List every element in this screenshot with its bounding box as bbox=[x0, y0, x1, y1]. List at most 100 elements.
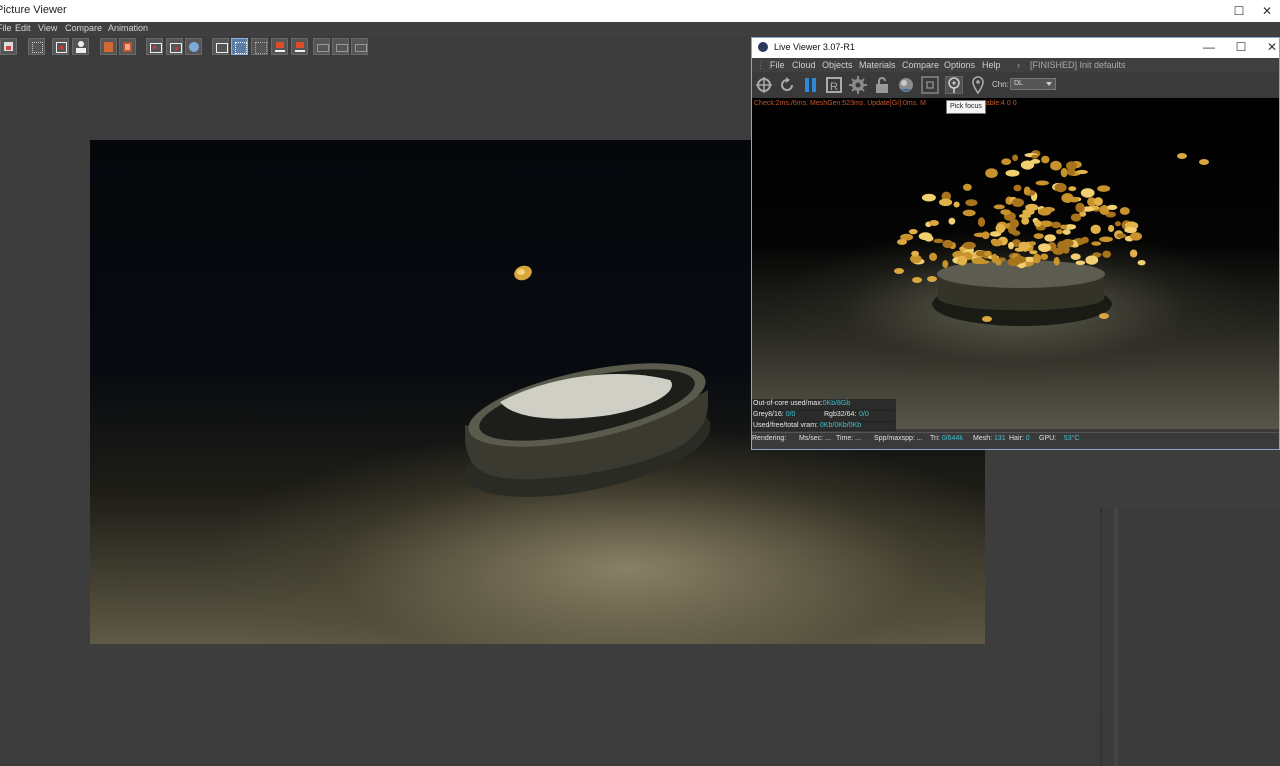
coin bbox=[918, 232, 933, 241]
coin bbox=[1051, 221, 1062, 229]
rgb-label: Rgb32/64: bbox=[824, 411, 857, 418]
coin bbox=[948, 217, 956, 225]
coin bbox=[1108, 224, 1115, 233]
snapshot-b-icon[interactable] bbox=[166, 38, 183, 55]
coin bbox=[1075, 202, 1085, 213]
compare-icon[interactable] bbox=[185, 38, 202, 55]
pv-menu-file[interactable]: File bbox=[0, 23, 12, 33]
layers-alt-icon[interactable] bbox=[119, 38, 136, 55]
coin bbox=[971, 257, 986, 265]
pv-menu-animation[interactable]: Animation bbox=[108, 23, 148, 33]
ab-icon[interactable] bbox=[212, 38, 229, 55]
pick-material-icon[interactable] bbox=[969, 76, 987, 94]
lv-close-button[interactable]: ✕ bbox=[1257, 36, 1280, 58]
coin bbox=[1107, 204, 1118, 210]
hair-count: Hair: 0 bbox=[1009, 435, 1030, 442]
coin bbox=[962, 241, 976, 250]
channel-label: Chn: bbox=[992, 80, 1009, 89]
coin bbox=[1023, 186, 1031, 195]
pause-icon[interactable] bbox=[802, 76, 820, 94]
coin bbox=[912, 277, 922, 283]
coin bbox=[991, 253, 998, 263]
render-start-icon[interactable] bbox=[755, 76, 773, 94]
lv-menu-options[interactable]: Options bbox=[944, 60, 975, 70]
save-icon[interactable] bbox=[0, 38, 17, 55]
restart-icon[interactable] bbox=[778, 76, 796, 94]
vram-label: Used/free/total vram: bbox=[753, 422, 818, 429]
coin bbox=[957, 255, 968, 266]
lock-icon[interactable] bbox=[873, 76, 891, 94]
coin bbox=[1011, 198, 1024, 207]
gpu-label: GPU: bbox=[1039, 435, 1057, 442]
ms-per-sec: Ms/sec: ... bbox=[799, 435, 831, 442]
coin bbox=[908, 229, 918, 235]
grey-label: Grey8/16: bbox=[753, 411, 784, 418]
grid-icon[interactable] bbox=[28, 38, 45, 55]
lv-menu-cloud[interactable]: Cloud bbox=[792, 60, 816, 70]
vram-value: 0Kb/0Kb/0Kb bbox=[819, 422, 862, 429]
swap-b-icon[interactable] bbox=[351, 38, 368, 55]
live-viewer-window: Live Viewer 3.07-R1 — ☐ ✕ ⋮⋮ File Cloud … bbox=[751, 37, 1280, 450]
fit-icon[interactable] bbox=[52, 38, 69, 55]
lv-menu-objects[interactable]: Objects bbox=[822, 60, 853, 70]
coin bbox=[977, 217, 986, 227]
lv-menu-materials[interactable]: Materials bbox=[859, 60, 896, 70]
settings-gear-icon[interactable] bbox=[849, 76, 867, 94]
pv-close-button[interactable]: ✕ bbox=[1252, 0, 1280, 22]
lv-maximize-button[interactable]: ☐ bbox=[1226, 36, 1256, 58]
lv-menu-file[interactable]: File bbox=[770, 60, 785, 70]
person-icon[interactable] bbox=[72, 38, 89, 55]
coin bbox=[985, 168, 998, 178]
coin bbox=[897, 239, 907, 245]
material-sphere-icon[interactable] bbox=[897, 76, 915, 94]
coin bbox=[1093, 197, 1103, 206]
channel-select[interactable]: DL bbox=[1010, 78, 1056, 90]
mesh-value: 131 bbox=[994, 435, 1006, 442]
coin bbox=[1032, 253, 1041, 264]
region-render-icon[interactable]: R bbox=[825, 76, 843, 94]
lv-menu-help[interactable]: Help bbox=[982, 60, 1001, 70]
pv-menu-view[interactable]: View bbox=[38, 23, 57, 33]
marker-b-icon[interactable] bbox=[291, 38, 308, 55]
coin bbox=[1031, 154, 1039, 159]
pick-focus-icon[interactable] bbox=[945, 76, 963, 94]
lv-minimize-button[interactable]: — bbox=[1194, 36, 1224, 58]
render-status-message: [FINISHED] Init defaults bbox=[1030, 60, 1126, 70]
mesh-count: Mesh: 131 bbox=[973, 435, 1006, 442]
coin bbox=[927, 276, 937, 282]
coin bbox=[1069, 196, 1080, 203]
picture-viewer-titlebar: Picture Viewer ☐ ✕ bbox=[0, 0, 1280, 23]
lv-menu-compare[interactable]: Compare bbox=[902, 60, 939, 70]
coin bbox=[991, 239, 1003, 247]
swap-icon[interactable] bbox=[313, 38, 330, 55]
picture-viewer-title: Picture Viewer bbox=[0, 4, 67, 16]
coin bbox=[1062, 229, 1071, 235]
out-of-core-row: Out-of-core used/max:0Kb/8Gb bbox=[753, 400, 895, 411]
marker-a-icon[interactable] bbox=[271, 38, 288, 55]
coin bbox=[1177, 153, 1187, 159]
pick-focus-tooltip: Pick focus bbox=[946, 100, 986, 114]
coin bbox=[1054, 182, 1067, 193]
coin bbox=[1097, 185, 1111, 192]
live-viewer-toolbar: R Chn: DL bbox=[752, 72, 1279, 98]
coin bbox=[1080, 188, 1095, 198]
split-view-icon[interactable] bbox=[231, 38, 248, 55]
coin bbox=[1025, 203, 1039, 211]
split-ab-icon[interactable] bbox=[251, 38, 268, 55]
swap-alt-icon[interactable] bbox=[332, 38, 349, 55]
snapshot-icon[interactable] bbox=[146, 38, 163, 55]
coin bbox=[1090, 224, 1101, 234]
coin bbox=[1013, 255, 1026, 264]
coin bbox=[1012, 154, 1019, 162]
clay-mode-icon[interactable] bbox=[921, 76, 939, 94]
coin bbox=[933, 238, 944, 244]
pv-maximize-button[interactable]: ☐ bbox=[1224, 0, 1254, 22]
tri-label: Tri: bbox=[930, 435, 940, 442]
pv-menu-edit[interactable]: Edit bbox=[15, 23, 31, 33]
coin bbox=[929, 252, 938, 261]
coin bbox=[921, 193, 936, 202]
layers-icon[interactable] bbox=[100, 38, 117, 55]
pv-menu-compare[interactable]: Compare bbox=[65, 23, 102, 33]
coin bbox=[1029, 250, 1038, 255]
coin bbox=[1091, 241, 1102, 246]
